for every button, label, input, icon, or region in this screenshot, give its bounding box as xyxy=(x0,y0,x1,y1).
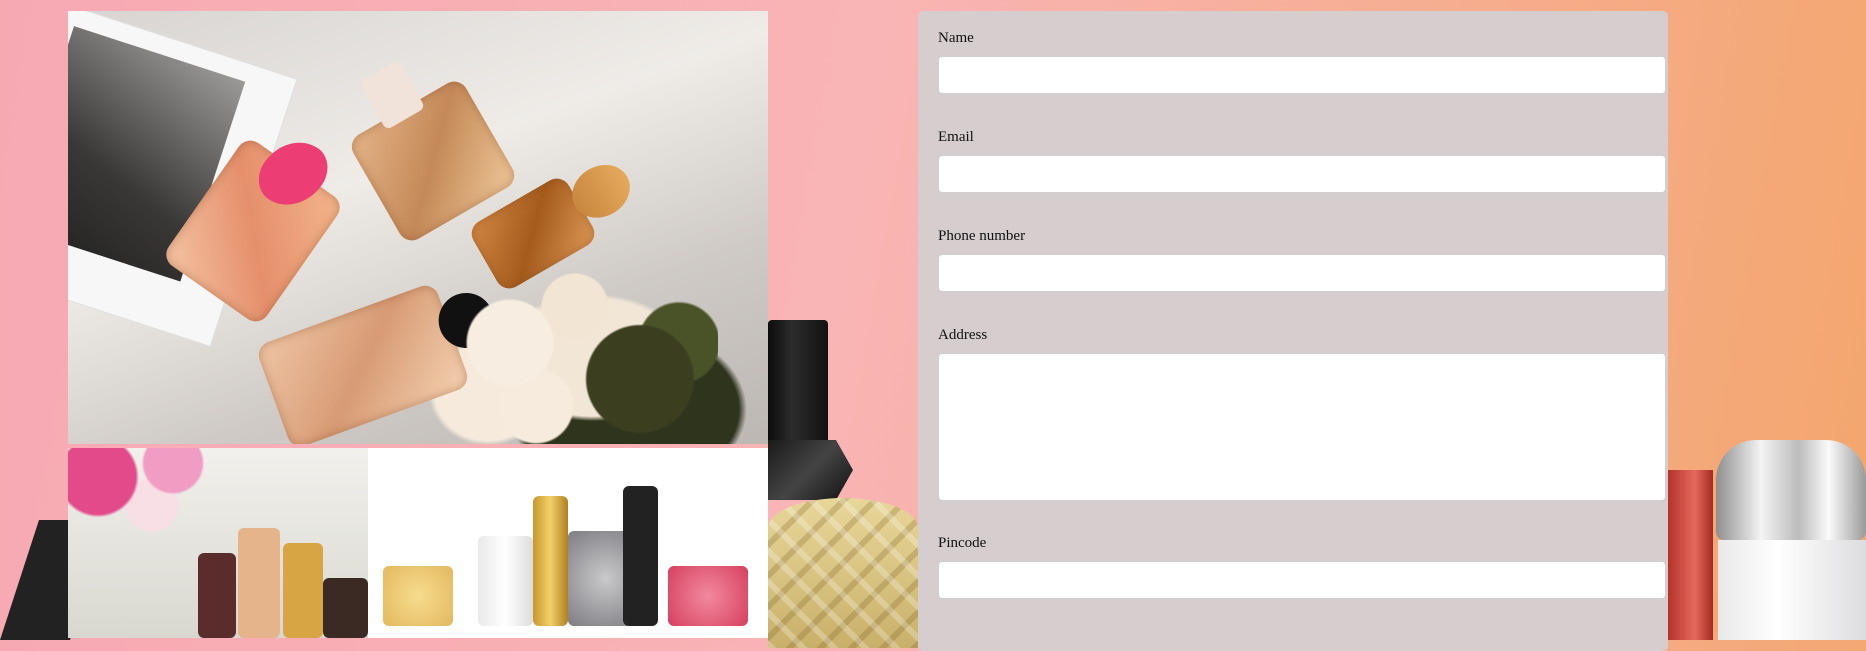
address-label: Address xyxy=(938,327,988,343)
address-field[interactable] xyxy=(938,353,1666,501)
phone-label: Phone number xyxy=(938,228,1026,244)
order-form: Name Email Phone number Address Pincode xyxy=(918,11,1668,651)
flower-bouquet xyxy=(458,271,718,444)
background-bottle-right xyxy=(1668,440,1866,640)
clear-bottle xyxy=(1718,540,1866,640)
bottle-glass xyxy=(768,498,918,648)
pincode-field[interactable] xyxy=(938,561,1666,599)
bottle-cap-stud xyxy=(768,440,853,500)
phone-field[interactable] xyxy=(938,254,1666,292)
email-field[interactable] xyxy=(938,155,1666,193)
name-label: Name xyxy=(938,30,974,46)
pincode-label: Pincode xyxy=(938,535,987,551)
bottle-cap xyxy=(768,320,828,440)
name-field[interactable] xyxy=(938,56,1666,94)
perfume-collection-product-photo xyxy=(368,448,768,638)
perfume-bottles-on-sheets-photo xyxy=(68,11,768,444)
red-bottle xyxy=(1668,470,1713,640)
perfume-and-flowers-photo xyxy=(68,448,368,638)
perfume-bottle xyxy=(254,281,502,444)
background-bottle-center xyxy=(768,320,918,648)
email-label: Email xyxy=(938,129,974,145)
silver-cap xyxy=(1716,440,1866,540)
